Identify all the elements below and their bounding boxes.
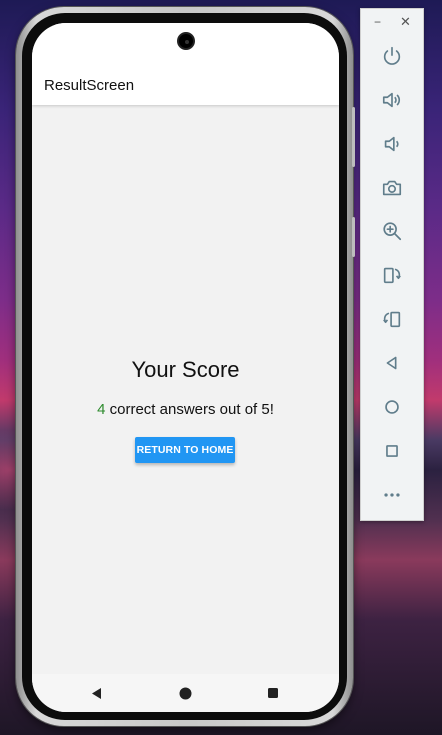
home-icon[interactable] <box>380 395 404 419</box>
volume-up-icon[interactable] <box>380 88 404 112</box>
system-navigation-bar <box>32 674 339 712</box>
minimize-button[interactable]: − <box>374 15 381 29</box>
phone-side-button <box>352 107 355 167</box>
result-content: Your Score 4 correct answers out of 5! R… <box>32 105 339 674</box>
rotate-right-icon[interactable] <box>380 307 404 331</box>
power-icon[interactable] <box>380 44 404 68</box>
home-icon[interactable] <box>178 686 192 700</box>
score-summary: 4 correct answers out of 5! <box>32 401 339 418</box>
overview-icon[interactable] <box>380 439 404 463</box>
back-icon[interactable] <box>380 351 404 375</box>
front-camera <box>177 32 195 50</box>
more-icon[interactable] <box>380 483 404 507</box>
app-bar-title: ResultScreen <box>44 77 135 94</box>
toolbar-window-controls: − ✕ <box>361 15 423 30</box>
back-icon[interactable] <box>89 686 103 700</box>
rotate-left-icon[interactable] <box>380 263 404 287</box>
score-heading: Your Score <box>131 357 240 382</box>
phone-side-button <box>352 217 355 257</box>
emulator-phone-frame: ResultScreen Your Score 4 correct answer… <box>16 7 355 726</box>
device-screen: ResultScreen Your Score 4 correct answer… <box>32 23 339 712</box>
camera-icon[interactable] <box>380 176 404 200</box>
overview-icon[interactable] <box>266 686 280 700</box>
volume-down-icon[interactable] <box>380 132 404 156</box>
return-home-button[interactable]: RETURN TO HOME <box>135 437 235 463</box>
score-summary-text: correct answers out of 5! <box>105 401 274 418</box>
emulator-toolbar: − ✕ <box>360 8 424 521</box>
close-button[interactable]: ✕ <box>400 15 411 29</box>
zoom-icon[interactable] <box>380 219 404 243</box>
